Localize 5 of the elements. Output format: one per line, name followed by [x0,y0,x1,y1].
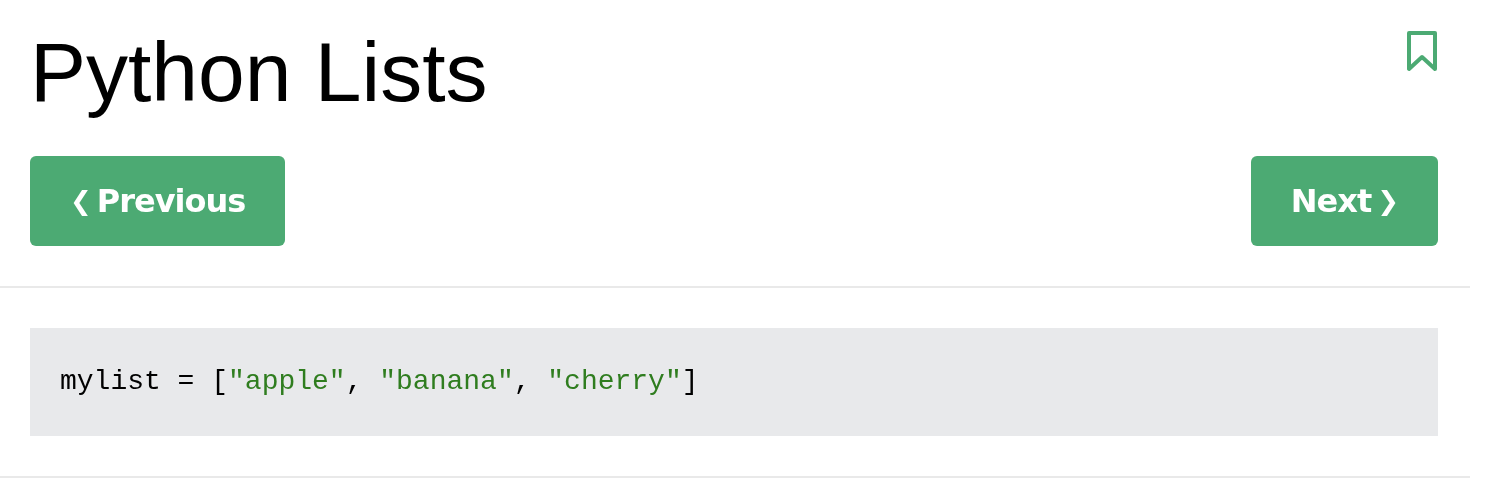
next-button[interactable]: Next ❯ [1250,156,1438,246]
code-line: mylist = ["apple", "banana", "cherry"] [60,365,699,399]
page-title: Python Lists [30,24,488,121]
bookmark-icon[interactable] [1406,30,1438,72]
previous-button[interactable]: ❮ Previous [30,156,286,246]
